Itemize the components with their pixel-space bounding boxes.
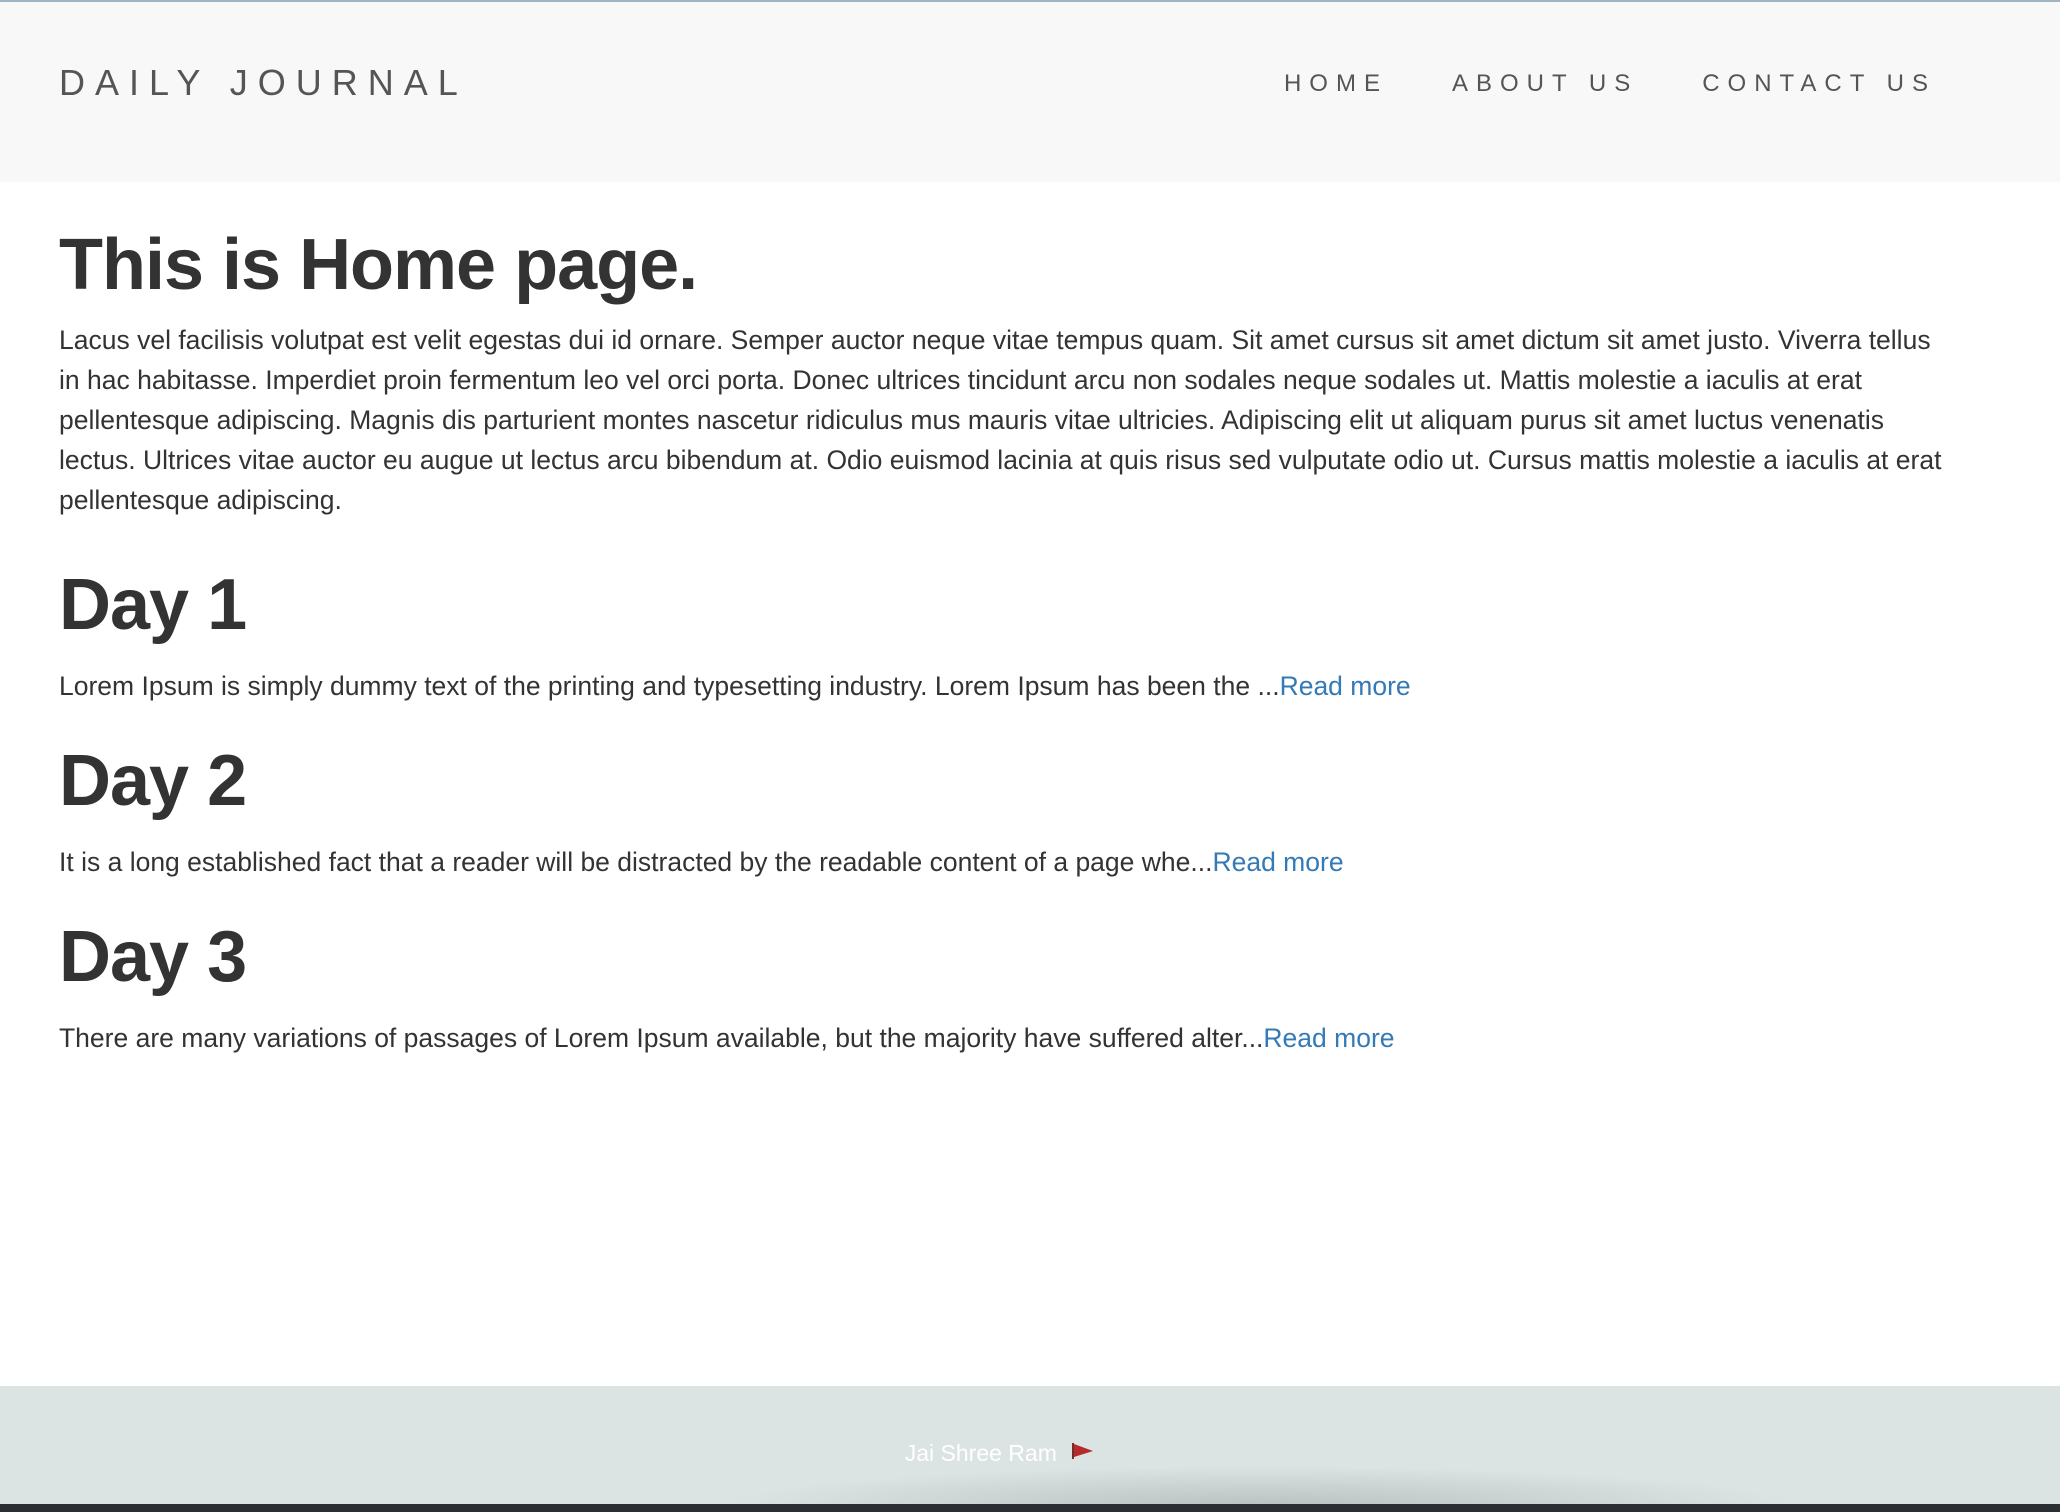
post-excerpt-text: Lorem Ipsum is simply dummy text of the … xyxy=(59,671,1280,701)
footer-label: Jai Shree Ram xyxy=(904,1440,1057,1466)
nav-link-contact[interactable]: CONTACT US xyxy=(1702,70,1936,97)
nav-link-home[interactable]: HOME xyxy=(1284,70,1388,97)
post-excerpt: It is a long established fact that a rea… xyxy=(59,842,1959,882)
post-excerpt-text: It is a long established fact that a rea… xyxy=(59,847,1213,877)
post-title: Day 1 xyxy=(59,565,247,645)
brand-link[interactable]: DAILY JOURNAL xyxy=(59,62,468,104)
page-title: This is Home page. xyxy=(59,225,698,305)
post-day-2: Day 2 It is a long established fact that… xyxy=(59,738,1959,882)
main-content: This is Home page. Lacus vel facilisis v… xyxy=(59,220,1959,1058)
nav-item-home: HOME xyxy=(1284,70,1388,98)
post-excerpt: There are many variations of passages of… xyxy=(59,1018,1959,1058)
post-day-3: Day 3 There are many variations of passa… xyxy=(59,914,1959,1058)
post-title: Day 3 xyxy=(59,917,247,997)
navbar: DAILY JOURNAL HOME ABOUT US CONTACT US xyxy=(0,2,2060,182)
read-more-link[interactable]: Read more xyxy=(1263,1023,1394,1053)
read-more-link[interactable]: Read more xyxy=(1280,671,1411,701)
intro-paragraph: Lacus vel facilisis volutpat est velit e… xyxy=(59,325,1942,515)
post-day-1: Day 1 Lorem Ipsum is simply dummy text o… xyxy=(59,562,1959,706)
footer-text: Jai Shree Ram xyxy=(0,1440,2000,1467)
post-title: Day 2 xyxy=(59,741,247,821)
footer: Jai Shree Ram xyxy=(0,1386,2060,1504)
flag-icon xyxy=(1071,1439,1095,1466)
nav-link-about[interactable]: ABOUT US xyxy=(1452,70,1638,97)
footer-shadow xyxy=(720,1466,1800,1504)
nav-menu: HOME ABOUT US CONTACT US xyxy=(1284,70,1936,98)
post-excerpt: Lorem Ipsum is simply dummy text of the … xyxy=(59,666,1959,706)
read-more-link[interactable]: Read more xyxy=(1212,847,1343,877)
nav-item-about: ABOUT US xyxy=(1452,70,1638,98)
page: DAILY JOURNAL HOME ABOUT US CONTACT US T… xyxy=(0,0,2060,1512)
post-excerpt-text: There are many variations of passages of… xyxy=(59,1023,1264,1053)
nav-item-contact: CONTACT US xyxy=(1702,70,1936,98)
bottom-bar xyxy=(0,1504,2060,1512)
